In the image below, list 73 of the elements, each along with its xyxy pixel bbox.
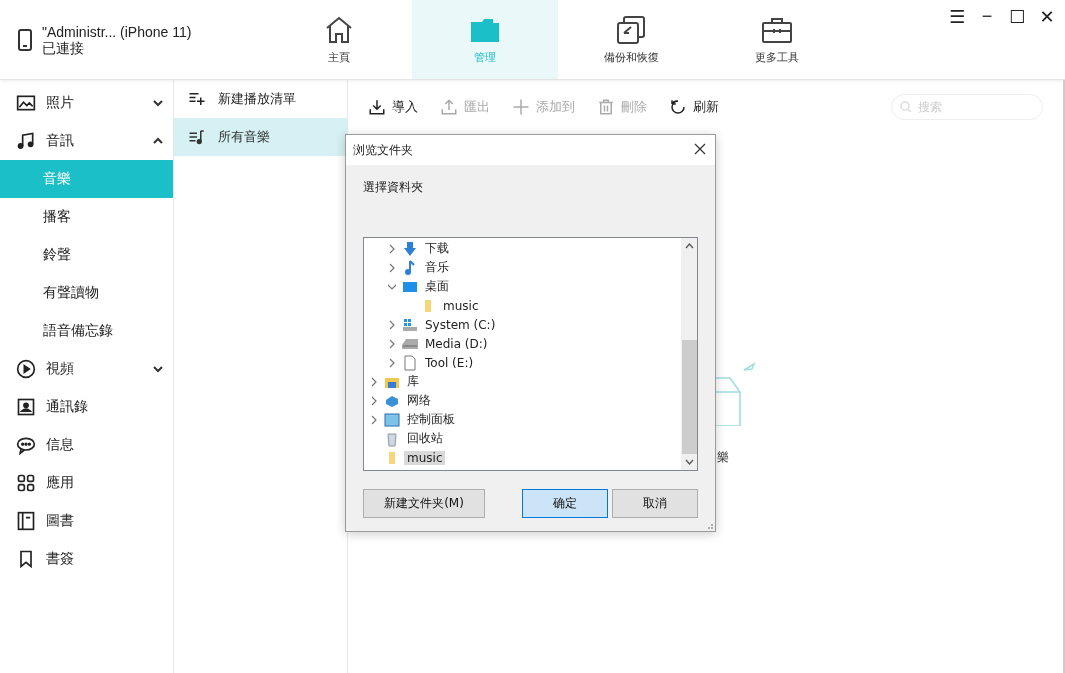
folder-tree-item[interactable]: Tool (E:) [422, 355, 477, 370]
upload-icon [440, 98, 458, 116]
image-icon [16, 93, 36, 113]
nav-tab[interactable]: 更多工具 [704, 0, 850, 79]
dialog-button[interactable]: 确定 [521, 489, 608, 518]
dialog-button[interactable]: 取消 [612, 489, 698, 518]
folder-tree-item[interactable]: Media (D:) [422, 336, 491, 351]
recycle-bin-icon [384, 430, 400, 447]
sidebar-item[interactable]: 應用 [0, 464, 173, 502]
folder-tree-item[interactable]: 网络 [404, 392, 434, 409]
empty-state-text: 樂 [717, 449, 729, 466]
sidebar-subitem[interactable]: 語音備忘錄 [0, 312, 173, 350]
sidebar-item[interactable]: 信息 [0, 426, 173, 464]
sidebar-subitem[interactable]: 有聲讀物 [0, 274, 173, 312]
toolbar-button[interactable]: 導入 [366, 96, 420, 118]
music-note-icon [16, 131, 36, 151]
folder-tree-item[interactable]: 桌面 [422, 278, 452, 295]
toolbar-button[interactable]: 刷新 [667, 96, 721, 118]
sidebar-item[interactable]: 照片 [0, 84, 173, 122]
playlist-item[interactable]: 所有音樂 [174, 118, 347, 156]
sidebar-subitem[interactable]: 鈴聲 [0, 236, 173, 274]
scroll-up-icon[interactable] [684, 243, 694, 249]
drive-icon [402, 316, 418, 333]
dialog-button[interactable]: 新建文件夹(M) [363, 489, 485, 518]
book-icon [16, 511, 36, 531]
dialog-title: 浏览文件夹 [353, 141, 414, 159]
sidebar-item[interactable]: 書簽 [0, 540, 173, 578]
phone-icon [18, 28, 32, 51]
menu-button[interactable]: ☰ [947, 6, 967, 28]
minimize-button[interactable]: − [977, 6, 997, 28]
close-button[interactable]: ✕ [1037, 6, 1057, 28]
app-grid-icon [16, 473, 36, 493]
close-icon [694, 143, 706, 155]
folder-tree-item[interactable]: 下载 [422, 240, 452, 257]
sidebar-item[interactable]: 通訊錄 [0, 388, 173, 426]
sidebar-item[interactable]: 視頻 [0, 350, 173, 388]
folder-tree-item[interactable]: 控制面板 [404, 411, 458, 428]
play-icon [16, 359, 36, 379]
scrollbar[interactable] [681, 238, 697, 470]
playlist-item[interactable]: 新建播放清單 [174, 80, 347, 118]
add-playlist-icon [188, 90, 206, 108]
chat-bubble-icon [16, 435, 36, 455]
sidebar-subitem[interactable]: 播客 [0, 198, 173, 236]
folder-tree-item[interactable]: System (C:) [422, 317, 499, 332]
sidebar-item[interactable]: 音訊 [0, 122, 173, 160]
contact-card-icon [16, 397, 36, 417]
playlist-icon [188, 128, 206, 146]
nav-tab[interactable]: 備份和恢復 [558, 0, 704, 79]
scroll-down-icon[interactable] [684, 459, 694, 465]
maximize-button[interactable]: ☐ [1007, 6, 1027, 28]
down-arrow-icon [402, 240, 418, 257]
dialog-prompt: 選擇資料夾 [363, 180, 423, 194]
resize-grip-icon [705, 521, 713, 529]
refresh-icon [669, 98, 687, 116]
download-icon [368, 98, 386, 116]
folder-tree-item[interactable]: music [404, 450, 446, 465]
connection-status: 已連接 [42, 39, 85, 56]
sidebar-item[interactable]: 圖書 [0, 502, 173, 540]
file-icon [402, 354, 418, 371]
plus-icon [512, 98, 530, 116]
chevron-icon[interactable] [153, 365, 163, 373]
folder-tree-item[interactable]: 库 [404, 373, 422, 390]
folder-tree-item[interactable]: 音乐 [422, 259, 452, 276]
control-panel-icon [384, 411, 400, 428]
chevron-icon[interactable] [153, 99, 163, 107]
trash-icon [597, 98, 615, 116]
device-name: "Administr... (iPhone 11) [42, 23, 192, 40]
search-icon [900, 101, 912, 113]
nav-tab[interactable]: 主頁 [266, 0, 412, 79]
folder-tree-item[interactable]: music [440, 298, 482, 313]
chevron-icon[interactable] [153, 137, 163, 145]
folder-tree-item[interactable]: 回收站 [404, 430, 446, 447]
backup-icon [615, 14, 647, 46]
